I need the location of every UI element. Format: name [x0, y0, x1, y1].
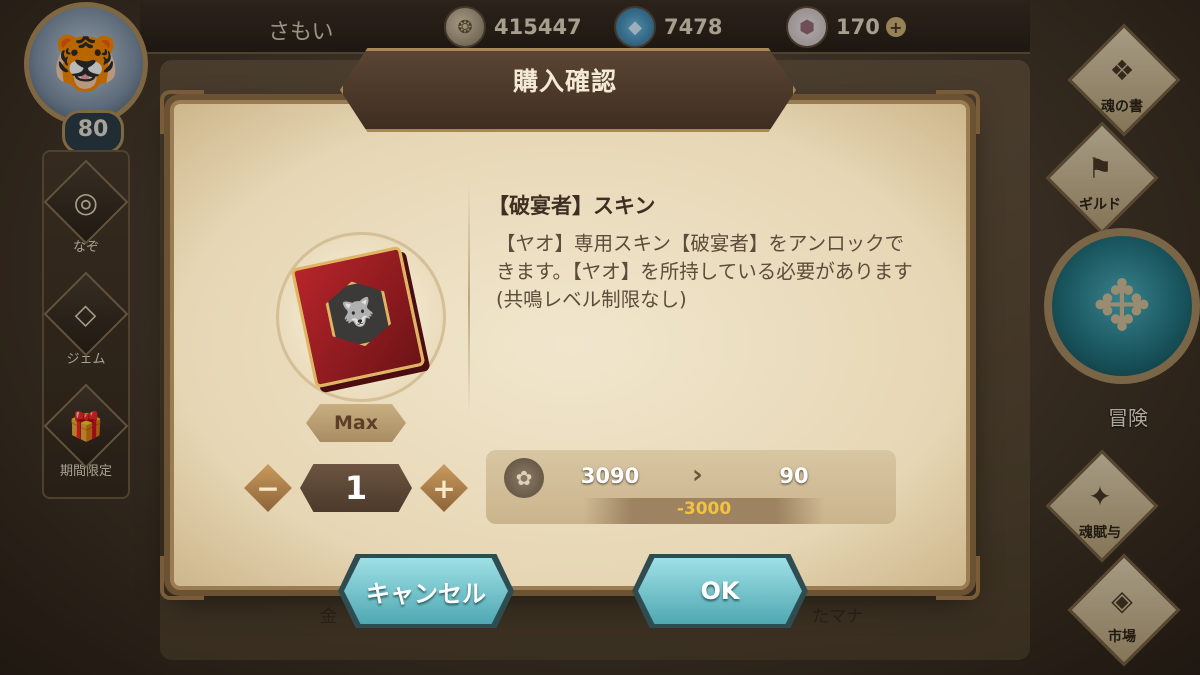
- decrease-button[interactable]: −: [244, 464, 292, 512]
- purchase-confirm-dialog: 🐺 Max − 1 + 【破宴者】スキン 【ヤオ】専用スキン【破宴者】をアンロッ…: [160, 90, 980, 600]
- dialog-title: 購入確認: [512, 67, 617, 96]
- character-portrait-icon: 🐺: [322, 275, 394, 352]
- dialog-divider: [468, 184, 470, 414]
- increase-button[interactable]: +: [420, 464, 468, 512]
- cost-after: 90: [779, 464, 809, 488]
- item-name: 【破宴者】スキン: [488, 194, 656, 218]
- ornament-corner: [160, 90, 204, 134]
- currency-icon: ✿: [504, 458, 544, 498]
- item-description: 【ヤオ】専用スキン【破宴者】をアンロックできます。【ヤオ】を所持している必要があ…: [496, 232, 913, 311]
- ornament-corner: [160, 556, 204, 600]
- cost-diff: -3000: [676, 499, 732, 519]
- ornament-corner: [936, 90, 980, 134]
- quantity-value: 1: [300, 464, 412, 512]
- ok-button[interactable]: OK: [638, 558, 802, 624]
- quantity-stepper: − 1 +: [244, 460, 474, 516]
- ornament-corner: [936, 556, 980, 600]
- arrow-right-icon: ›: [692, 460, 703, 490]
- cancel-button[interactable]: キャンセル: [344, 558, 508, 624]
- cost-current: 3090: [580, 464, 640, 488]
- max-button[interactable]: Max: [306, 404, 406, 442]
